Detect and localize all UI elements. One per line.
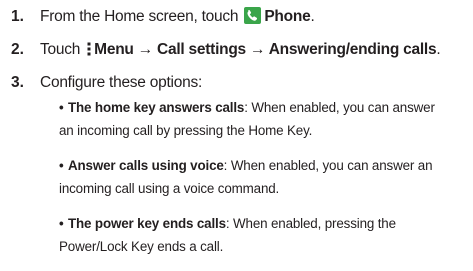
option-line-2: Power/Lock Key ends a call. — [59, 239, 224, 254]
bullet-dot: • — [59, 216, 64, 231]
bullet-dot: • — [59, 158, 64, 173]
step-text-post: . — [436, 41, 441, 58]
step-number: 2. — [11, 41, 24, 58]
menu-label: Menu — [94, 41, 134, 58]
option-item: • Answer calls using voice: When enabled… — [59, 154, 469, 200]
call-settings-label: Call settings — [157, 41, 246, 58]
option-line-2: incoming call using a voice command. — [59, 181, 280, 196]
step-text-pre: From the Home screen, touch — [40, 8, 243, 25]
option-desc-1: : When enabled, you can answer — [244, 100, 435, 115]
phone-icon — [244, 7, 262, 24]
option-desc-1: : When enabled, pressing the — [225, 216, 396, 231]
step-text: From the Home screen, touch Phone. — [40, 7, 315, 27]
option-line-2: an incoming call by pressing the Home Ke… — [59, 123, 313, 138]
step-number: 3. — [11, 74, 24, 91]
step-text: Configure these options: — [40, 74, 203, 91]
option-title: The power key ends calls — [68, 216, 226, 231]
option-line-1: The power key ends calls: When enabled, … — [59, 212, 469, 235]
option-line-1: Answer calls using voice: When enabled, … — [59, 154, 469, 177]
step-text-pre: Touch — [40, 41, 85, 58]
option-line-1: The home key answers calls: When enabled… — [59, 96, 469, 119]
step-number: 1. — [11, 8, 24, 25]
option-item: • The power key ends calls: When enabled… — [59, 212, 469, 258]
step-text: Touch Menu → Call settings → Answering/e… — [40, 40, 441, 60]
bullet-dot: • — [59, 100, 64, 115]
phone-label: Phone — [264, 8, 311, 25]
option-title: The home key answers calls — [68, 100, 245, 115]
arrow-1: → — [133, 41, 158, 58]
option-desc-1: : When enabled, you can answer an — [223, 158, 433, 173]
menu-dots-icon — [87, 42, 91, 56]
option-title: Answer calls using voice — [68, 158, 224, 173]
step-text-post: . — [310, 8, 315, 25]
answering-label: Answering/ending calls — [268, 41, 437, 58]
option-item: • The home key answers calls: When enabl… — [59, 96, 469, 142]
arrow-2: → — [245, 41, 269, 58]
